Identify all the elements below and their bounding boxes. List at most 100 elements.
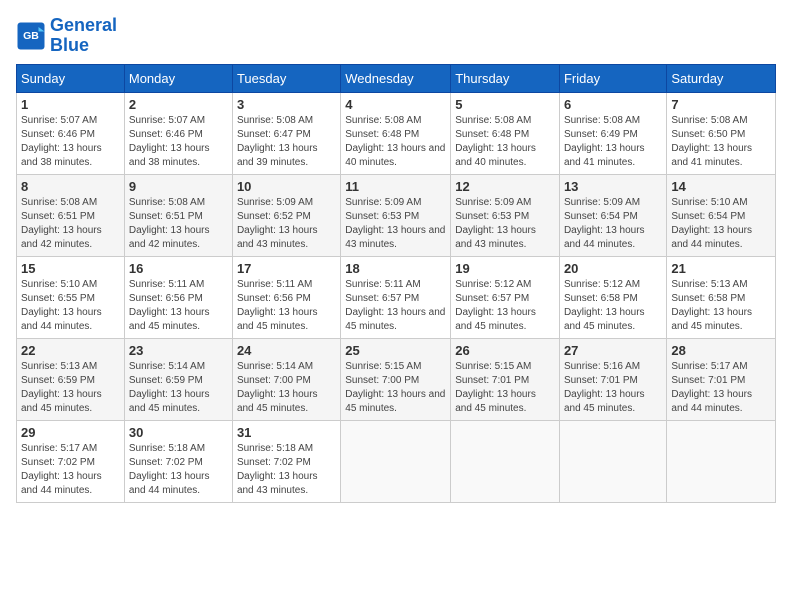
weekday-header: Tuesday	[232, 64, 340, 92]
weekday-header-row: SundayMondayTuesdayWednesdayThursdayFrid…	[17, 64, 776, 92]
calendar-row: 15 Sunrise: 5:10 AMSunset: 6:55 PMDayligh…	[17, 256, 776, 338]
day-number: 5	[455, 97, 555, 112]
logo: GB General Blue	[16, 16, 117, 56]
day-info: Sunrise: 5:18 AMSunset: 7:02 PMDaylight:…	[237, 442, 336, 498]
logo-icon: GB	[16, 21, 46, 51]
weekday-header: Saturday	[667, 64, 776, 92]
day-number: 7	[671, 97, 771, 112]
calendar-cell: 17Sunrise: 5:11 AMSunset: 6:56 PMDayligh…	[232, 256, 340, 338]
day-info: Sunrise: 5:09 AMSunset: 6:54 PMDaylight:…	[564, 196, 662, 252]
calendar-cell: 7 Sunrise: 5:08 AMSunset: 6:50 PMDaylight…	[667, 92, 776, 174]
calendar-cell: 31 Sunrise: 5:18 AMSunset: 7:02 PMDayligh…	[232, 420, 340, 502]
calendar-row: 8 Sunrise: 5:08 AMSunset: 6:51 PMDaylight…	[17, 174, 776, 256]
day-info: Sunrise: 5:09 AMSunset: 6:53 PMDaylight:…	[455, 196, 555, 252]
calendar-cell	[341, 420, 451, 502]
calendar-cell: 5 Sunrise: 5:08 AMSunset: 6:48 PMDaylight…	[451, 92, 560, 174]
day-info: Sunrise: 5:08 AMSunset: 6:51 PMDaylight:…	[21, 196, 120, 252]
day-info: Sunrise: 5:12 AMSunset: 6:57 PMDaylight:…	[455, 278, 555, 334]
day-info: Sunrise: 5:10 AMSunset: 6:54 PMDaylight:…	[671, 196, 771, 252]
calendar-cell: 15 Sunrise: 5:10 AMSunset: 6:55 PMDayligh…	[17, 256, 125, 338]
calendar-cell: 22 Sunrise: 5:13 AMSunset: 6:59 PMDayligh…	[17, 338, 125, 420]
day-number: 19	[455, 261, 555, 276]
calendar-cell: 10 Sunrise: 5:09 AMSunset: 6:52 PMDayligh…	[232, 174, 340, 256]
calendar-row: 22 Sunrise: 5:13 AMSunset: 6:59 PMDayligh…	[17, 338, 776, 420]
day-number: 4	[345, 97, 446, 112]
weekday-header: Sunday	[17, 64, 125, 92]
calendar-cell: 9Sunrise: 5:08 AMSunset: 6:51 PMDaylight…	[124, 174, 232, 256]
header: GB General Blue	[16, 16, 776, 56]
weekday-header: Friday	[559, 64, 666, 92]
day-number: 13	[564, 179, 662, 194]
day-number: 8	[21, 179, 120, 194]
day-number: 21	[671, 261, 771, 276]
calendar-cell: 14Sunrise: 5:10 AMSunset: 6:54 PMDayligh…	[667, 174, 776, 256]
day-number: 11	[345, 179, 446, 194]
day-number: 12	[455, 179, 555, 194]
calendar-cell: 1 Sunrise: 5:07 AMSunset: 6:46 PMDaylight…	[17, 92, 125, 174]
calendar-cell: 18 Sunrise: 5:11 AMSunset: 6:57 PMDayligh…	[341, 256, 451, 338]
day-number: 31	[237, 425, 336, 440]
calendar-cell	[559, 420, 666, 502]
logo-text: General Blue	[50, 16, 117, 56]
day-info: Sunrise: 5:09 AMSunset: 6:53 PMDaylight:…	[345, 196, 446, 252]
day-number: 2	[129, 97, 228, 112]
day-info: Sunrise: 5:15 AMSunset: 7:00 PMDaylight:…	[345, 360, 446, 416]
calendar-cell: 23Sunrise: 5:14 AMSunset: 6:59 PMDayligh…	[124, 338, 232, 420]
calendar-cell: 20Sunrise: 5:12 AMSunset: 6:58 PMDayligh…	[559, 256, 666, 338]
calendar-cell: 29Sunrise: 5:17 AMSunset: 7:02 PMDayligh…	[17, 420, 125, 502]
calendar-cell: 12 Sunrise: 5:09 AMSunset: 6:53 PMDayligh…	[451, 174, 560, 256]
calendar-row: 29Sunrise: 5:17 AMSunset: 7:02 PMDayligh…	[17, 420, 776, 502]
day-info: Sunrise: 5:14 AMSunset: 7:00 PMDaylight:…	[237, 360, 336, 416]
page-container: GB General Blue SundayMondayTuesdayWedne…	[16, 16, 776, 503]
day-info: Sunrise: 5:17 AMSunset: 7:01 PMDaylight:…	[671, 360, 771, 416]
calendar-cell: 2 Sunrise: 5:07 AMSunset: 6:46 PMDaylight…	[124, 92, 232, 174]
day-number: 16	[129, 261, 228, 276]
calendar-cell: 27Sunrise: 5:16 AMSunset: 7:01 PMDayligh…	[559, 338, 666, 420]
day-number: 3	[237, 97, 336, 112]
day-info: Sunrise: 5:13 AMSunset: 6:58 PMDaylight:…	[671, 278, 771, 334]
calendar-cell: 8 Sunrise: 5:08 AMSunset: 6:51 PMDaylight…	[17, 174, 125, 256]
calendar-cell: 3 Sunrise: 5:08 AMSunset: 6:47 PMDaylight…	[232, 92, 340, 174]
calendar-cell	[451, 420, 560, 502]
day-number: 29	[21, 425, 120, 440]
day-number: 20	[564, 261, 662, 276]
day-info: Sunrise: 5:08 AMSunset: 6:47 PMDaylight:…	[237, 114, 336, 170]
calendar-cell: 30 Sunrise: 5:18 AMSunset: 7:02 PMDayligh…	[124, 420, 232, 502]
calendar-cell: 28 Sunrise: 5:17 AMSunset: 7:01 PMDayligh…	[667, 338, 776, 420]
calendar-cell: 21 Sunrise: 5:13 AMSunset: 6:58 PMDayligh…	[667, 256, 776, 338]
day-number: 24	[237, 343, 336, 358]
day-number: 18	[345, 261, 446, 276]
day-info: Sunrise: 5:09 AMSunset: 6:52 PMDaylight:…	[237, 196, 336, 252]
calendar-cell: 11 Sunrise: 5:09 AMSunset: 6:53 PMDayligh…	[341, 174, 451, 256]
day-number: 28	[671, 343, 771, 358]
weekday-header: Wednesday	[341, 64, 451, 92]
day-info: Sunrise: 5:07 AMSunset: 6:46 PMDaylight:…	[21, 114, 120, 170]
calendar-cell: 24 Sunrise: 5:14 AMSunset: 7:00 PMDayligh…	[232, 338, 340, 420]
day-info: Sunrise: 5:11 AMSunset: 6:57 PMDaylight:…	[345, 278, 446, 334]
day-info: Sunrise: 5:08 AMSunset: 6:50 PMDaylight:…	[671, 114, 771, 170]
calendar-cell: 6Sunrise: 5:08 AMSunset: 6:49 PMDaylight…	[559, 92, 666, 174]
day-number: 22	[21, 343, 120, 358]
calendar-row: 1 Sunrise: 5:07 AMSunset: 6:46 PMDaylight…	[17, 92, 776, 174]
calendar-cell: 16Sunrise: 5:11 AMSunset: 6:56 PMDayligh…	[124, 256, 232, 338]
day-info: Sunrise: 5:07 AMSunset: 6:46 PMDaylight:…	[129, 114, 228, 170]
day-number: 15	[21, 261, 120, 276]
calendar-cell: 19 Sunrise: 5:12 AMSunset: 6:57 PMDayligh…	[451, 256, 560, 338]
day-number: 1	[21, 97, 120, 112]
day-number: 30	[129, 425, 228, 440]
day-number: 23	[129, 343, 228, 358]
day-number: 6	[564, 97, 662, 112]
day-number: 10	[237, 179, 336, 194]
calendar-cell: 26Sunrise: 5:15 AMSunset: 7:01 PMDayligh…	[451, 338, 560, 420]
calendar-cell: 13 Sunrise: 5:09 AMSunset: 6:54 PMDayligh…	[559, 174, 666, 256]
day-info: Sunrise: 5:16 AMSunset: 7:01 PMDaylight:…	[564, 360, 662, 416]
calendar-cell: 25 Sunrise: 5:15 AMSunset: 7:00 PMDayligh…	[341, 338, 451, 420]
day-info: Sunrise: 5:13 AMSunset: 6:59 PMDaylight:…	[21, 360, 120, 416]
day-number: 26	[455, 343, 555, 358]
day-info: Sunrise: 5:08 AMSunset: 6:48 PMDaylight:…	[455, 114, 555, 170]
day-number: 9	[129, 179, 228, 194]
day-number: 25	[345, 343, 446, 358]
day-info: Sunrise: 5:11 AMSunset: 6:56 PMDaylight:…	[237, 278, 336, 334]
day-info: Sunrise: 5:10 AMSunset: 6:55 PMDaylight:…	[21, 278, 120, 334]
day-info: Sunrise: 5:18 AMSunset: 7:02 PMDaylight:…	[129, 442, 228, 498]
